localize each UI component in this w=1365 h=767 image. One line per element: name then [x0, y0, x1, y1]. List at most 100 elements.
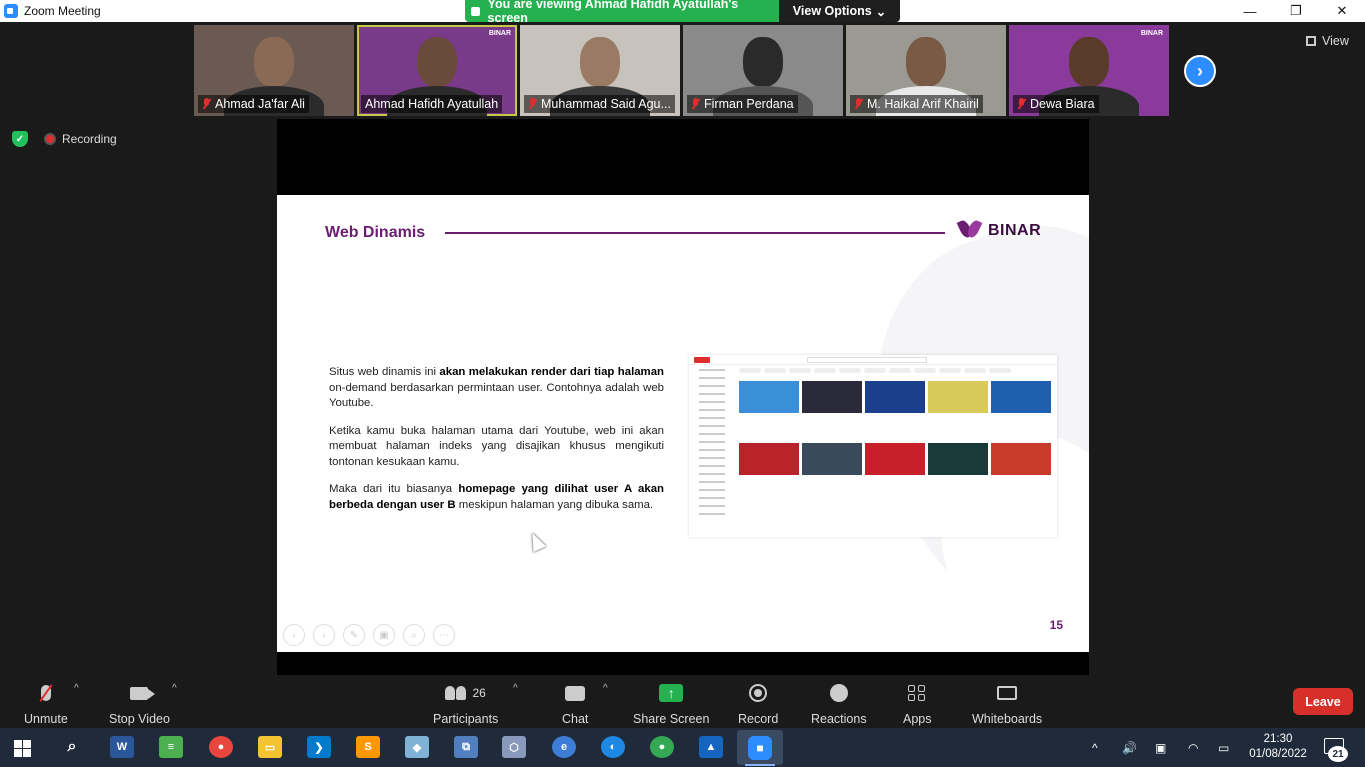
chrome-profile-icon[interactable]: ●: [650, 736, 674, 758]
chat-icon: [565, 685, 586, 701]
youtube-homepage-screenshot: [689, 355, 1057, 537]
participant-nameplate: Dewa Biara: [1013, 95, 1099, 113]
video-tile[interactable]: BINAR Dewa Biara: [1009, 25, 1169, 116]
windows-start-icon[interactable]: [14, 740, 31, 757]
minimize-button[interactable]: —: [1227, 0, 1273, 22]
zoom-taskbar-button[interactable]: ■: [737, 730, 783, 765]
slide-navigation: ‹ › ✎ ▣ ⌕ ⋯: [283, 624, 455, 646]
participants-icon: [445, 686, 467, 700]
reactions-button[interactable]: Reactions: [811, 680, 867, 726]
share-indicator-icon: [471, 6, 480, 16]
virtualbox-icon[interactable]: ⬡: [502, 736, 526, 758]
tool-icon[interactable]: ◆: [405, 736, 429, 758]
participant-name: Dewa Biara: [1030, 97, 1095, 111]
chevron-down-icon: ⌄: [875, 4, 887, 19]
screen-share-banner: You are viewing Ahmad Hafidh Ayatullah's…: [465, 0, 900, 22]
video-tile[interactable]: Muhammad Said Agu...: [520, 25, 680, 116]
zoom-app-icon: [4, 4, 18, 18]
photos-icon[interactable]: ▲: [699, 736, 723, 758]
participant-nameplate: Muhammad Said Agu...: [524, 95, 675, 113]
meet-now-icon[interactable]: ▣: [1155, 728, 1166, 767]
tray-overflow-button[interactable]: ^: [1092, 728, 1098, 767]
video-tile-active-speaker[interactable]: BINAR Ahmad Hafidh Ayatullah: [357, 25, 517, 116]
video-tile[interactable]: M. Haikal Arif Khairil: [846, 25, 1006, 116]
record-icon: [749, 684, 768, 702]
participants-label: Participants: [433, 712, 499, 726]
security-shield-icon[interactable]: ✓: [12, 131, 28, 147]
mic-muted-icon: [691, 98, 700, 110]
participant-name: Ahmad Hafidh Ayatullah: [365, 97, 499, 111]
sublime-text-icon[interactable]: S: [356, 736, 380, 758]
unmute-button[interactable]: Unmute: [24, 680, 68, 726]
binar-logo-icon: [960, 220, 982, 242]
volume-icon[interactable]: 🔊: [1122, 728, 1137, 767]
notepad-icon[interactable]: ≡: [159, 736, 183, 758]
whiteboards-button[interactable]: Whiteboards: [972, 680, 1042, 726]
record-label: Record: [738, 712, 779, 726]
slide-page-number: 15: [1049, 618, 1063, 632]
chat-button[interactable]: Chat: [562, 680, 588, 726]
word-icon[interactable]: W: [110, 736, 134, 758]
share-screen-button[interactable]: ↑ Share Screen: [633, 680, 709, 726]
chrome-icon[interactable]: ●: [209, 736, 233, 758]
whiteboards-label: Whiteboards: [972, 712, 1043, 726]
chat-label: Chat: [562, 712, 589, 726]
apps-button[interactable]: Apps: [903, 680, 932, 726]
video-camera-icon: [130, 686, 156, 700]
windows-taskbar: ⌕ W ≡ ● ▭ ❯ S ◆ ⧉ ⬡ e ◐ ● ▲ ■ ^ 🔊 ▣ ◠ ▭ …: [0, 728, 1365, 767]
chat-options-caret[interactable]: ^: [603, 683, 608, 694]
previous-slide-button[interactable]: ‹: [283, 624, 305, 646]
participant-face: [743, 37, 783, 87]
participants-options-caret[interactable]: ^: [513, 683, 518, 694]
audio-options-caret[interactable]: ^: [74, 683, 79, 694]
apps-label: Apps: [903, 712, 932, 726]
youtube-logo-icon: [694, 357, 710, 363]
more-options-button[interactable]: ⋯: [433, 624, 455, 646]
view-options-button[interactable]: View Options ⌄: [779, 0, 900, 22]
leave-button[interactable]: Leave: [1293, 688, 1353, 715]
slide-paragraph: Situs web dinamis ini akan melakukan ren…: [329, 365, 664, 412]
slide-paragraph: Ketika kamu buka halaman utama dari Yout…: [329, 424, 664, 468]
grid-view-icon: [1306, 36, 1316, 46]
next-page-button[interactable]: ›: [1184, 55, 1216, 87]
close-button[interactable]: ✕: [1319, 0, 1365, 22]
stop-video-button[interactable]: Stop Video: [109, 680, 170, 726]
vscode-icon[interactable]: ❯: [307, 736, 331, 758]
edge-icon[interactable]: e: [552, 736, 576, 758]
mic-muted-icon: [202, 98, 211, 110]
participant-face: [580, 37, 620, 87]
recording-indicator[interactable]: Recording: [44, 130, 117, 148]
pen-tool-button[interactable]: ✎: [343, 624, 365, 646]
text-run: meskipun halaman yang dibuka sama.: [455, 498, 654, 511]
mic-muted-icon: [1017, 98, 1026, 110]
file-explorer-icon[interactable]: ▭: [258, 736, 282, 758]
notifications-count: 21: [1328, 746, 1348, 762]
presentation-slide: Web Dinamis BINAR Situs web dinamis ini …: [277, 195, 1089, 652]
participant-nameplate: Firman Perdana: [687, 95, 798, 113]
system-clock[interactable]: 21:30 01/08/2022: [1248, 732, 1308, 762]
meeting-controls-toolbar: Unmute ^ Stop Video ^ 26 Participants ^ …: [0, 675, 1365, 728]
view-options-label: View Options: [792, 4, 872, 18]
record-button[interactable]: Record: [738, 680, 778, 726]
apps-icon: [908, 685, 926, 701]
zoom-slide-button[interactable]: ⌕: [403, 624, 425, 646]
view-button[interactable]: View: [1306, 34, 1349, 48]
slide-title: Web Dinamis: [325, 224, 426, 241]
browser-icon[interactable]: ◐: [601, 736, 625, 758]
network-tool-icon[interactable]: ⧉: [454, 736, 478, 758]
participant-name: M. Haikal Arif Khairil: [867, 97, 979, 111]
participants-button[interactable]: 26 Participants: [433, 680, 498, 726]
video-tile[interactable]: Ahmad Ja'far Ali: [194, 25, 354, 116]
next-slide-button[interactable]: ›: [313, 624, 335, 646]
video-tile[interactable]: Firman Perdana: [683, 25, 843, 116]
wifi-icon[interactable]: ◠: [1188, 728, 1198, 767]
battery-icon[interactable]: ▭: [1218, 728, 1229, 767]
active-app-indicator: [745, 764, 775, 766]
window-controls: — ❐ ✕: [1227, 0, 1365, 22]
slide-body-text: Situs web dinamis ini akan melakukan ren…: [329, 365, 664, 525]
zoom-icon: ■: [748, 735, 772, 760]
restore-button[interactable]: ❐: [1273, 0, 1319, 22]
slides-grid-button[interactable]: ▣: [373, 624, 395, 646]
video-options-caret[interactable]: ^: [172, 683, 177, 694]
search-icon[interactable]: ⌕: [60, 736, 84, 758]
